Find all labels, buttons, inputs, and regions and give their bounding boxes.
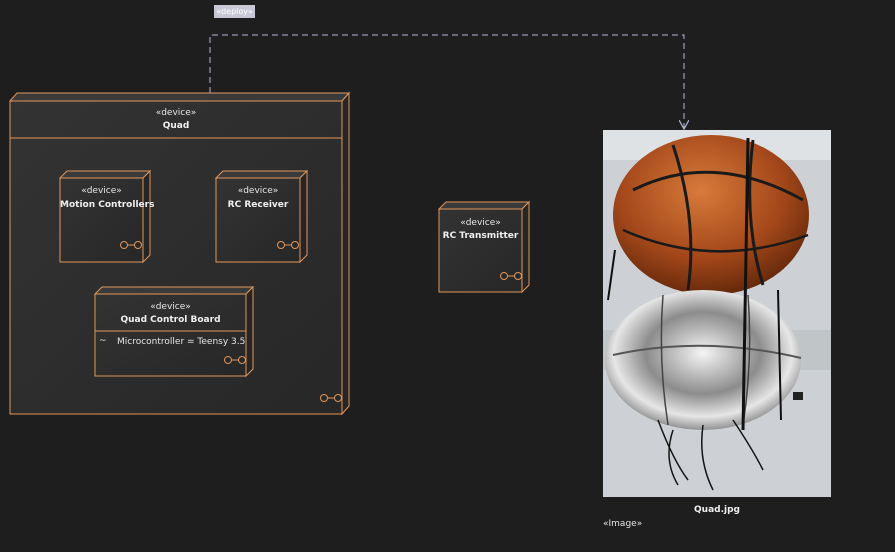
quad-control-board-stereotype: «device» [150, 302, 191, 312]
image-artifact-stereotype: «Image» [603, 519, 643, 529]
image-artifact-name: Quad.jpg [694, 505, 740, 515]
motion-controllers-stereotype: «device» [81, 186, 122, 196]
rc-transmitter-title: RC Transmitter [442, 231, 519, 241]
quad-title: Quad [162, 121, 190, 131]
motion-controllers-title: Motion Controllers [60, 200, 155, 210]
quad-photo-image[interactable] [603, 130, 831, 497]
rc-receiver-stereotype: «device» [237, 186, 279, 196]
rc-receiver-title: RC Receiver [227, 200, 289, 210]
property-visibility-marker: ~ [99, 336, 107, 346]
quad-stereotype: «device» [155, 108, 197, 118]
deploy-stereotype-label: «deploy» [214, 5, 255, 18]
quad-control-board-node[interactable] [93, 285, 255, 378]
rc-transmitter-stereotype: «device» [460, 218, 501, 228]
quad-control-board-title: Quad Control Board [120, 315, 221, 325]
quad-photo-drawing [603, 130, 831, 497]
quad-control-board-property: Microcontroller = Teensy 3.5 [117, 337, 246, 347]
